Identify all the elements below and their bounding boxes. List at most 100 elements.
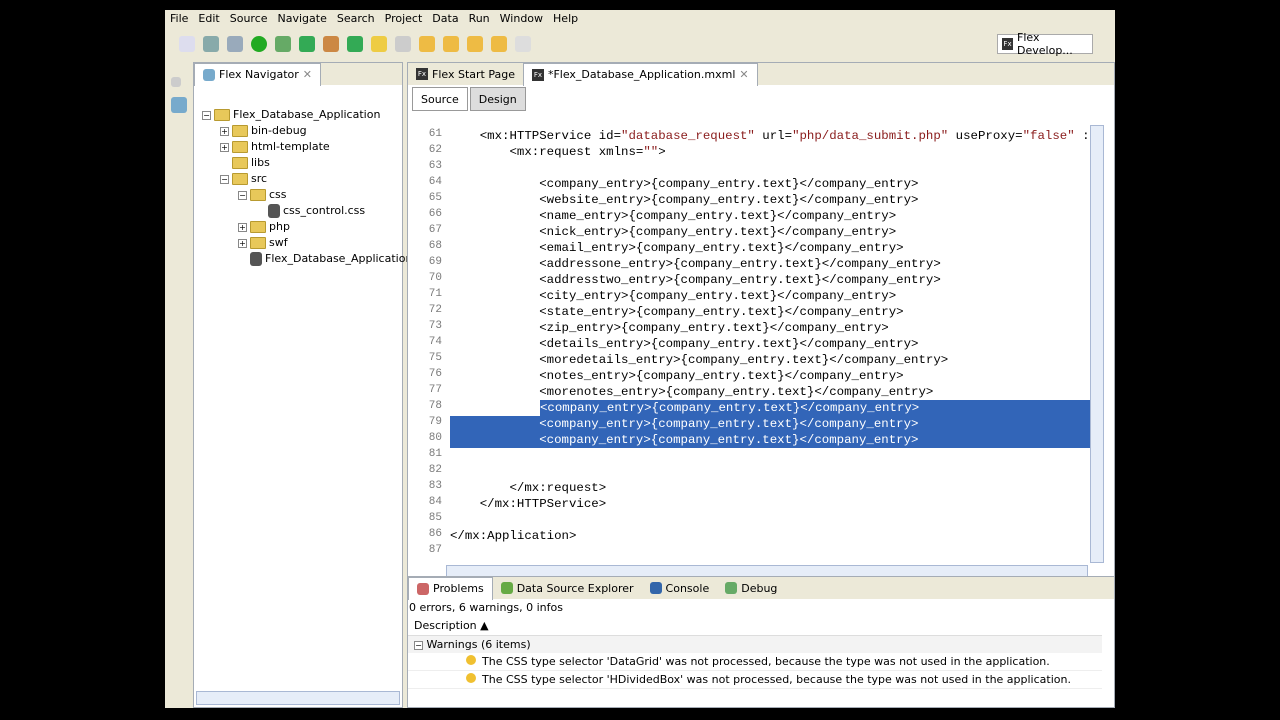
code-line: <email_entry>{company_entry.text}</compa… (450, 241, 904, 255)
code-line: <city_entry>{company_entry.text}</compan… (450, 289, 897, 303)
expand-toggle[interactable]: − (238, 190, 247, 200)
tab-problems[interactable]: Problems (408, 576, 493, 600)
problem-row[interactable]: The CSS type selector 'HDividedBox' was … (408, 671, 1102, 689)
outline-icon[interactable] (171, 97, 187, 113)
tree-item[interactable]: − src (220, 171, 267, 187)
warning-icon (466, 673, 476, 683)
run-icon[interactable] (251, 36, 267, 52)
warnings-group[interactable]: − Warnings (6 items) (408, 636, 1102, 653)
folder-icon (250, 221, 266, 233)
save-icon[interactable] (203, 36, 219, 52)
expand-toggle[interactable]: − (220, 174, 229, 184)
tree-item[interactable]: + swf (238, 235, 288, 251)
code-line: <morenotes_entry>{company_entry.text}</c… (450, 385, 934, 399)
print-icon[interactable] (227, 36, 243, 52)
flex-file-icon: Fx (416, 68, 428, 80)
tree-item[interactable]: + bin-debug (220, 123, 307, 139)
tab-label: Problems (433, 582, 484, 595)
tab-data-source-explorer[interactable]: Data Source Explorer (493, 577, 642, 599)
next-annotation-icon[interactable] (419, 36, 435, 52)
back-icon[interactable] (491, 36, 507, 52)
menu-navigate[interactable]: Navigate (273, 10, 332, 28)
menu-source[interactable]: Source (225, 10, 273, 28)
menu-edit[interactable]: Edit (193, 10, 224, 28)
tree-item[interactable]: + html-template (220, 139, 330, 155)
line-number: 65 (428, 192, 442, 204)
tree-item-label: swf (269, 236, 288, 249)
description-column-header[interactable]: Description ▲ (408, 616, 1102, 636)
file-icon (268, 204, 280, 218)
forward-icon[interactable] (515, 36, 531, 52)
code-line: <zip_entry>{company_entry.text}</company… (450, 321, 889, 335)
editor-tab[interactable]: Fx *Flex_Database_Application.mxml ✕ (522, 62, 758, 86)
expand-toggle[interactable]: + (238, 222, 247, 232)
design-button[interactable]: Design (469, 87, 526, 111)
tab-label: Data Source Explorer (516, 581, 634, 595)
close-icon[interactable]: ✕ (739, 68, 748, 81)
perspective-button[interactable]: Fx Flex Develop... (997, 31, 1093, 57)
tree-item-label: libs (251, 156, 270, 169)
problems-tabbar: Problems Data Source Explorer Console Debug (408, 576, 1114, 600)
tree-item[interactable]: − css (238, 187, 287, 203)
tab-console[interactable]: Console (642, 577, 718, 599)
line-number: 72 (428, 304, 442, 316)
tree-item[interactable]: + php (238, 219, 290, 235)
line-number: 62 (428, 144, 442, 156)
line-number: 78 (428, 400, 442, 412)
code-line: <company_entry>{company_entry.text}</com… (450, 416, 1092, 432)
brush-icon[interactable] (371, 36, 387, 52)
tree-item-label: css_control.css (283, 204, 366, 217)
menu-run[interactable]: Run (464, 10, 495, 28)
tab-icon (649, 582, 662, 594)
folder-icon (232, 141, 248, 153)
export-icon[interactable] (323, 36, 339, 52)
restore-icon[interactable] (171, 77, 181, 87)
tab-flex-navigator[interactable]: Flex Navigator ✕ (194, 62, 322, 86)
line-number: 82 (428, 464, 442, 476)
problem-text: The CSS type selector 'DataGrid' was not… (482, 655, 1050, 668)
menu-window[interactable]: Window (495, 10, 548, 28)
code-line: </mx:Application> (450, 529, 577, 543)
tab-debug[interactable]: Debug (717, 577, 785, 599)
navigator-hscrollbar[interactable] (196, 691, 400, 705)
editor-tab[interactable]: Fx Flex Start Page (408, 63, 523, 85)
tree-item[interactable]: libs (220, 155, 270, 171)
debug-icon[interactable] (275, 36, 291, 52)
mark-icon[interactable] (395, 36, 411, 52)
profile-icon[interactable] (299, 36, 315, 52)
tree-item[interactable]: Flex_Database_Application.r (238, 251, 420, 267)
last-edit-icon[interactable] (467, 36, 483, 52)
tree-item-label: Flex_Database_Application.r (265, 252, 421, 265)
tree-item[interactable]: − Flex_Database_Application (202, 107, 380, 123)
external-tools-icon[interactable] (347, 36, 363, 52)
menu-project[interactable]: Project (380, 10, 428, 28)
tab-label: *Flex_Database_Application.mxml (547, 68, 736, 81)
flex-file-icon: Fx (531, 68, 544, 81)
editor-vscrollbar[interactable] (1090, 125, 1104, 563)
menu-file[interactable]: File (165, 10, 193, 28)
expand-toggle[interactable]: − (202, 110, 211, 120)
new-icon[interactable] (179, 36, 195, 52)
tree-item[interactable]: css_control.css (256, 203, 365, 219)
tab-label: Console (665, 581, 710, 595)
menu-search[interactable]: Search (332, 10, 380, 28)
folder-icon (214, 109, 230, 121)
line-number: 77 (428, 384, 442, 396)
line-number: 83 (428, 480, 442, 492)
menu-data[interactable]: Data (427, 10, 463, 28)
problem-row[interactable]: The CSS type selector 'DataGrid' was not… (408, 653, 1102, 671)
prev-annotation-icon[interactable] (443, 36, 459, 52)
line-number: 70 (428, 272, 442, 284)
close-icon[interactable]: ✕ (303, 68, 312, 81)
expand-toggle[interactable]: + (238, 238, 247, 248)
line-number: 81 (428, 448, 442, 460)
code-editor[interactable]: 61 <mx:HTTPService id="database_request"… (412, 120, 1092, 560)
editor-tabbar: Fx Flex Start Page Fx *Flex_Database_Applic… (408, 62, 1114, 86)
code-line: </mx:request> (450, 481, 607, 495)
expand-toggle[interactable]: + (220, 126, 229, 136)
source-button[interactable]: Source (412, 87, 468, 111)
navigator-tree: − Flex_Database_Application + bin-debug + htm… (194, 107, 420, 691)
line-number: 69 (428, 256, 442, 268)
menu-help[interactable]: Help (548, 10, 583, 28)
expand-toggle[interactable]: + (220, 142, 229, 152)
